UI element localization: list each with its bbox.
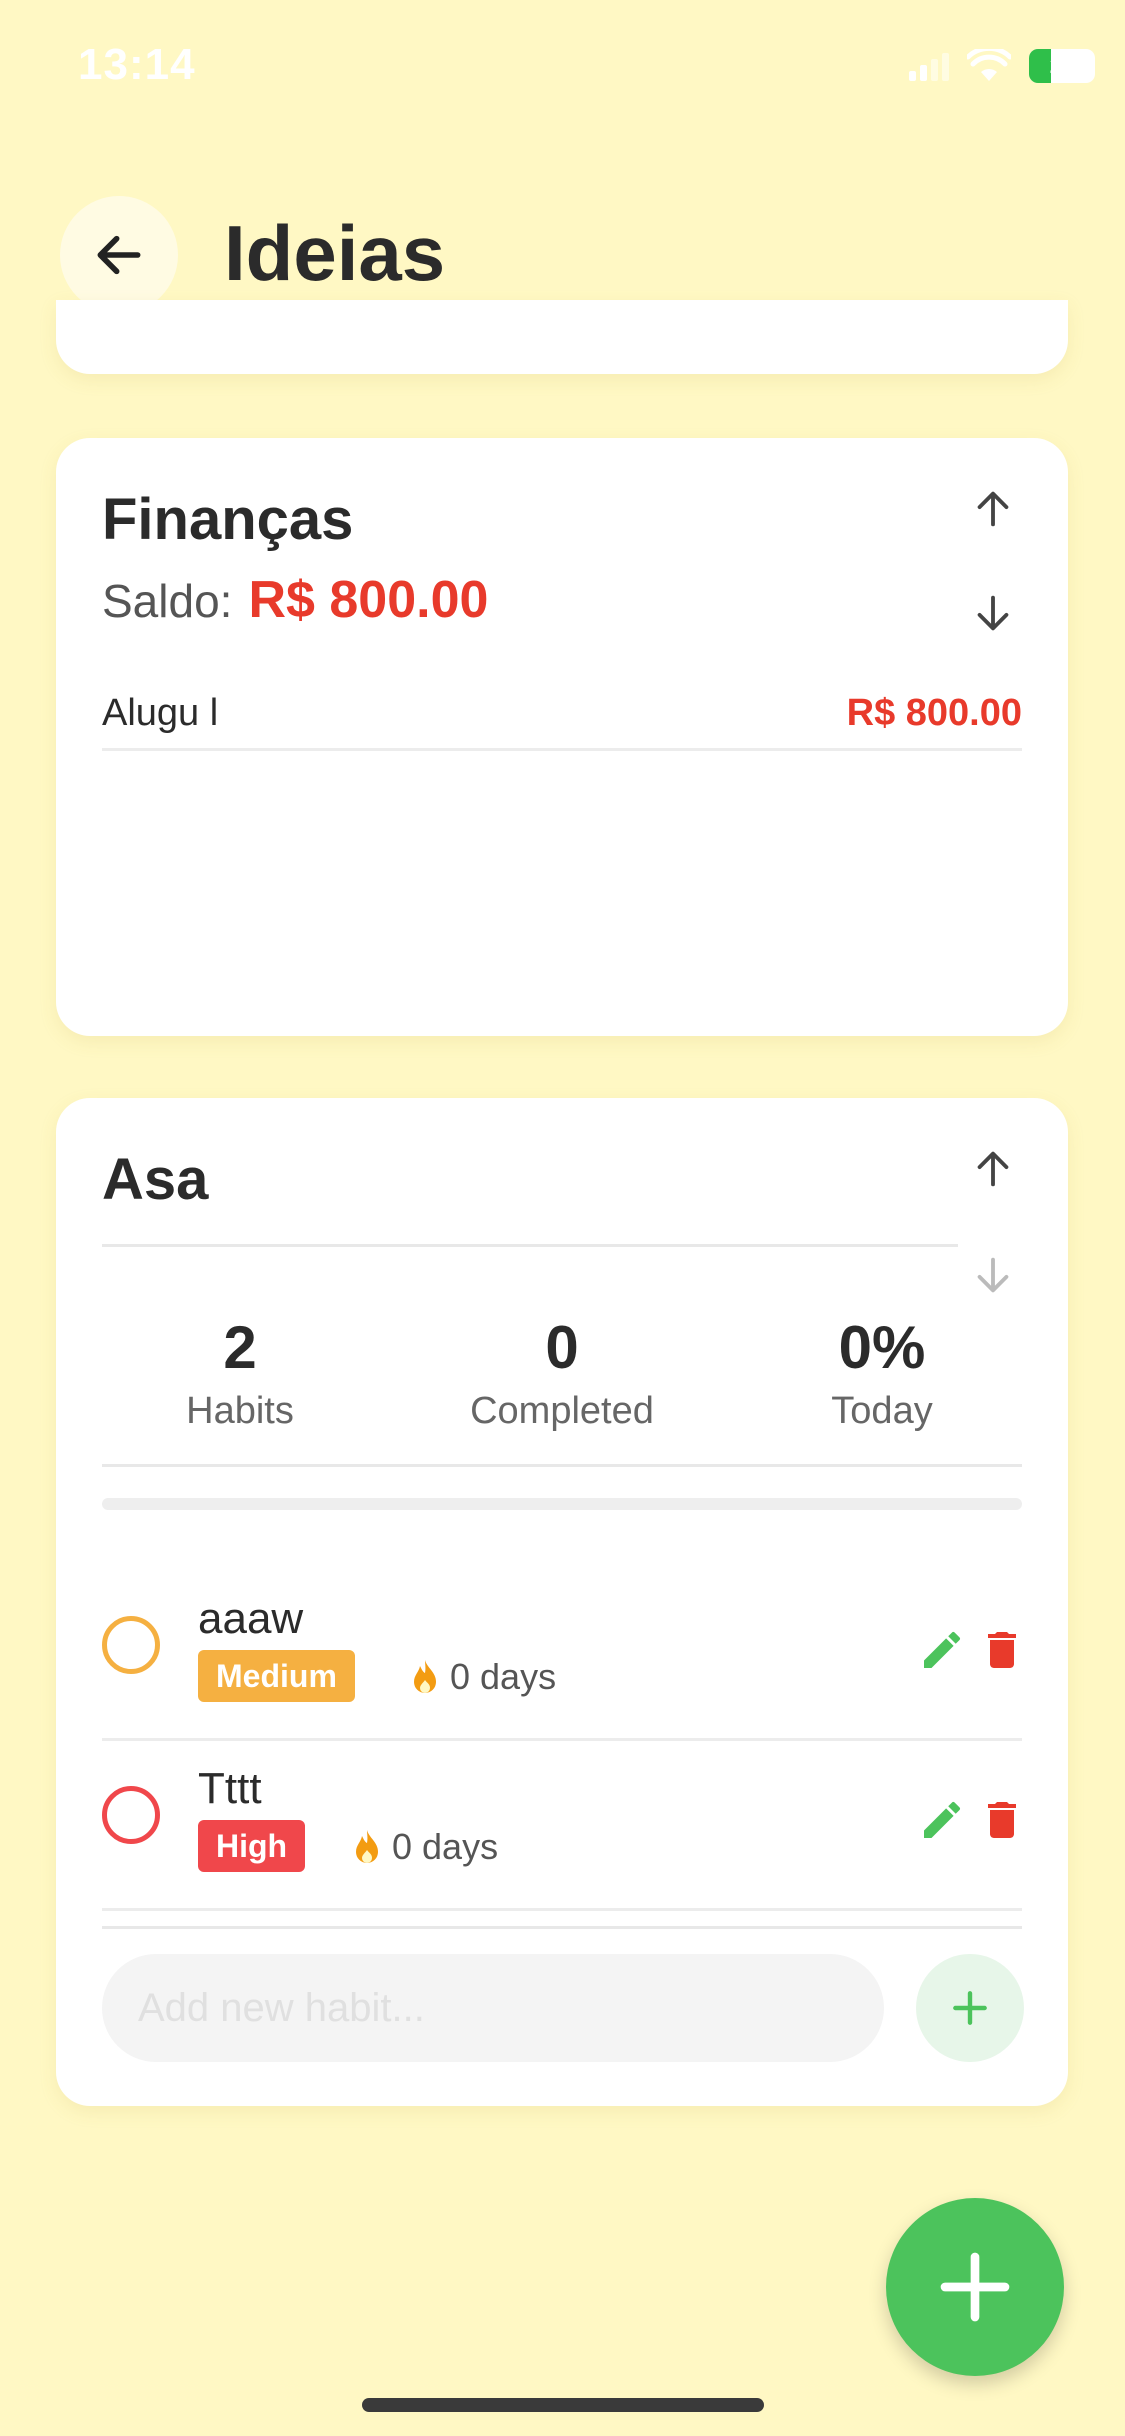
pencil-icon: [924, 1801, 960, 1838]
finances-card: Finanças Saldo: R$ 800.00 Alugu l R$ 800…: [56, 438, 1068, 1036]
pencil-icon: [924, 1631, 960, 1668]
plus-icon: [953, 1991, 987, 2025]
finances-title: Finanças: [102, 487, 354, 552]
progress-bar: [102, 1498, 1022, 1510]
stat-label: Today: [831, 1390, 933, 1432]
priority-badge: High: [198, 1820, 306, 1872]
stat-value: 0%: [838, 1314, 926, 1381]
edit-button[interactable]: [912, 1620, 972, 1680]
balance: Saldo: R$ 800.00: [102, 570, 488, 630]
add-habit-input[interactable]: [102, 1954, 884, 2062]
habits-card: Asa 2 Habits 0 Completed 0% Today aaaw M…: [56, 1098, 1068, 2106]
move-down-button[interactable]: [958, 578, 1028, 648]
habit-item: aaaw Medium 0 days: [102, 1568, 1022, 1741]
arrow-left-icon: [97, 235, 141, 275]
fire-icon: [356, 1830, 378, 1863]
add-habit-button[interactable]: [916, 1954, 1024, 2062]
arrow-down-icon: [977, 1257, 1009, 1293]
wifi-icon: [967, 49, 1011, 81]
habit-name: aaaw: [198, 1594, 304, 1643]
habit-name: Tttt: [198, 1764, 262, 1813]
arrow-up-icon: [977, 1151, 1009, 1187]
status-time: 13:14: [78, 40, 196, 89]
trash-icon: [988, 1802, 1016, 1838]
divider: [102, 1926, 1022, 1929]
habit-streak: 0 days: [410, 1656, 556, 1698]
stat-today: 0% Today: [762, 1318, 1002, 1433]
stat-value: 0: [545, 1314, 579, 1381]
status-icons: 29: [909, 44, 1095, 88]
move-up-button[interactable]: [958, 474, 1028, 544]
battery-level: 29: [1049, 53, 1075, 78]
delete-button[interactable]: [972, 1790, 1032, 1850]
fire-icon: [414, 1660, 436, 1693]
entry-name: Alugu l: [102, 691, 219, 734]
divider: [102, 1244, 958, 1247]
habit-checkbox[interactable]: [102, 1616, 160, 1674]
streak-text: 0 days: [450, 1656, 557, 1697]
plus-icon: [940, 2252, 1010, 2322]
battery-icon: 29: [1029, 49, 1095, 83]
divider: [102, 1464, 1022, 1467]
habit-streak: 0 days: [352, 1826, 498, 1868]
back-button[interactable]: [60, 196, 178, 314]
habit-checkbox[interactable]: [102, 1786, 160, 1844]
delete-button[interactable]: [972, 1620, 1032, 1680]
stat-label: Habits: [186, 1390, 294, 1432]
edit-button[interactable]: [912, 1790, 972, 1850]
move-down-button[interactable]: [958, 1240, 1028, 1310]
entry-amount: R$ 800.00: [846, 691, 1022, 734]
priority-badge: Medium: [198, 1650, 355, 1702]
arrow-down-icon: [977, 595, 1009, 631]
stat-completed: 0 Completed: [442, 1318, 682, 1433]
habit-item: Tttt High 0 days: [102, 1738, 1022, 1911]
previous-card: [56, 300, 1068, 374]
balance-label: Saldo:: [102, 575, 233, 627]
home-indicator: [362, 2398, 764, 2412]
arrow-up-icon: [977, 491, 1009, 527]
finance-entry[interactable]: Alugu l R$ 800.00: [102, 678, 1022, 751]
stat-habits: 2 Habits: [120, 1318, 360, 1433]
habits-title: Asa: [102, 1147, 209, 1212]
stat-label: Completed: [470, 1390, 654, 1432]
streak-text: 0 days: [392, 1826, 499, 1867]
trash-icon: [988, 1632, 1016, 1668]
fab-add-button[interactable]: [886, 2198, 1064, 2376]
page-title: Ideias: [224, 209, 446, 297]
stat-value: 2: [223, 1314, 257, 1381]
balance-value: R$ 800.00: [248, 571, 489, 629]
move-up-button[interactable]: [958, 1134, 1028, 1204]
signal-icon: [909, 51, 949, 81]
